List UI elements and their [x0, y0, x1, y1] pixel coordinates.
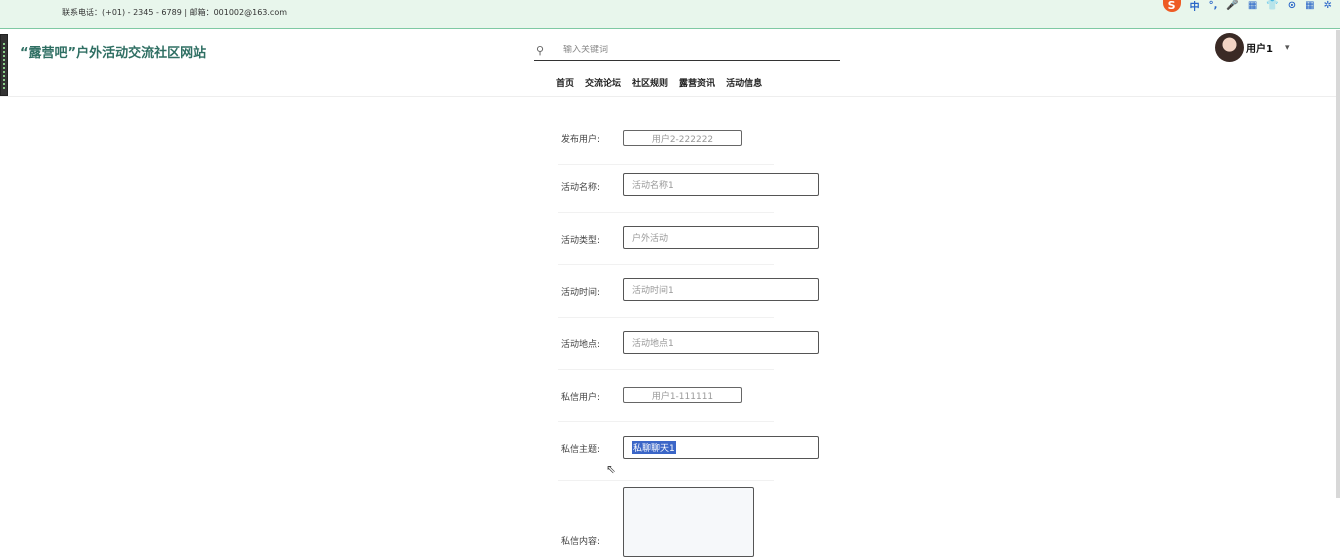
- divider: [558, 421, 774, 422]
- page-scrollbar[interactable]: [1336, 30, 1340, 498]
- divider: [558, 264, 774, 265]
- label-activity-location: 活动地点:: [561, 340, 601, 350]
- divider: [558, 317, 774, 318]
- label-activity-type: 活动类型:: [561, 236, 601, 246]
- search-bar: ⚲: [534, 40, 840, 61]
- ime-punctuation-icon[interactable]: °,: [1209, 0, 1218, 11]
- message-user-field[interactable]: 用户1-111111: [623, 387, 742, 403]
- ime-keyboard-icon[interactable]: ▦: [1248, 0, 1257, 11]
- ime-voice-icon[interactable]: 🎤: [1226, 0, 1238, 11]
- publisher-field[interactable]: 用户2-222222: [623, 130, 742, 146]
- search-input[interactable]: [563, 45, 823, 55]
- label-message-content: 私信内容:: [561, 537, 601, 547]
- search-icon[interactable]: ⚲: [536, 44, 550, 57]
- ime-toolbox-icon[interactable]: ▦: [1305, 0, 1314, 11]
- label-activity-name: 活动名称:: [561, 183, 601, 193]
- label-message-subject: 私信主题:: [561, 445, 601, 455]
- top-contact-bar: 联系电话：(+01) - 2345 - 6789 | 邮箱：001002@163…: [0, 0, 1340, 29]
- ime-settings-icon[interactable]: ✲: [1324, 0, 1332, 11]
- nav-activity-info[interactable]: 活动信息: [726, 76, 762, 89]
- nav-forum[interactable]: 交流论坛: [585, 76, 621, 89]
- main-nav: 首页 交流论坛 社区规则 露营资讯 活动信息: [556, 76, 762, 89]
- mouse-cursor-icon: ⇖: [606, 462, 617, 476]
- selected-text: 私聊聊天1: [632, 441, 676, 454]
- message-content-textarea[interactable]: [623, 487, 754, 557]
- divider: [558, 164, 774, 165]
- activity-name-input[interactable]: 活动名称1: [623, 173, 819, 196]
- label-activity-time: 活动时间:: [561, 288, 601, 298]
- ime-emoji-icon[interactable]: ⊙: [1288, 0, 1296, 11]
- sogou-logo-icon[interactable]: S: [1162, 0, 1181, 12]
- activity-time-input[interactable]: 活动时间1: [623, 278, 819, 301]
- ime-chinese-icon[interactable]: 中: [1190, 0, 1200, 13]
- contact-info: 联系电话：(+01) - 2345 - 6789 | 邮箱：001002@163…: [62, 8, 288, 17]
- user-name[interactable]: 用户1: [1246, 40, 1273, 55]
- divider: [558, 212, 774, 213]
- divider: [558, 369, 774, 370]
- nav-camping-news[interactable]: 露营资讯: [679, 76, 715, 89]
- message-subject-input[interactable]: 私聊聊天1: [623, 436, 819, 459]
- site-title[interactable]: “露营吧”户外活动交流社区网站: [20, 42, 206, 61]
- user-menu[interactable]: 用户1 ▾: [1215, 33, 1290, 62]
- nav-home[interactable]: 首页: [556, 76, 574, 89]
- chevron-down-icon[interactable]: ▾: [1285, 43, 1290, 53]
- ime-toolbar: S 中 °, 🎤 ▦ 👕 ⊙ ▦ ✲: [1162, 0, 1332, 13]
- nav-rules[interactable]: 社区规则: [632, 76, 668, 89]
- label-message-user: 私信用户:: [561, 393, 601, 403]
- ime-skin-icon[interactable]: 👕: [1266, 0, 1278, 11]
- label-publisher: 发布用户:: [561, 135, 601, 145]
- activity-type-input[interactable]: 户外活动: [623, 226, 819, 249]
- side-tab-handle[interactable]: [0, 34, 8, 96]
- activity-location-input[interactable]: 活动地点1: [623, 331, 819, 354]
- divider: [558, 480, 774, 481]
- avatar[interactable]: [1215, 33, 1244, 62]
